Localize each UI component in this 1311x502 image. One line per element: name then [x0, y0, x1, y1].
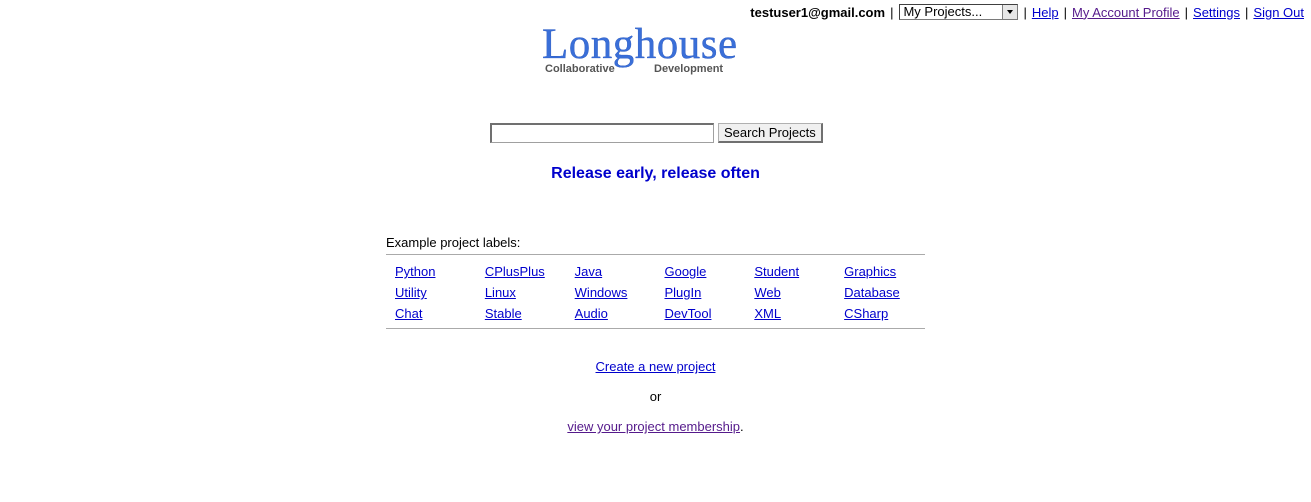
logo-tagline-left: Collaborative [545, 63, 615, 75]
membership-container: view your project membership. [0, 419, 1311, 434]
labels-row: Python CPlusPlus Java Google Student Gra… [386, 261, 925, 282]
label-link-linux[interactable]: Linux [485, 285, 516, 300]
label-link-java[interactable]: Java [575, 264, 602, 279]
label-link-utility[interactable]: Utility [395, 285, 427, 300]
user-email: testuser1@gmail.com [750, 4, 886, 20]
separator: | [1184, 4, 1189, 20]
separator: | [1023, 4, 1027, 20]
chevron-down-icon[interactable] [1002, 5, 1018, 19]
sign-out-link[interactable]: Sign Out [1253, 5, 1304, 20]
labels-row: Utility Linux Windows PlugIn Web Databas… [386, 282, 925, 303]
labels-heading: Example project labels: [386, 235, 521, 250]
label-link-stable[interactable]: Stable [485, 306, 522, 321]
label-link-cplusplus[interactable]: CPlusPlus [485, 264, 545, 279]
label-link-python[interactable]: Python [395, 264, 435, 279]
tagline: Release early, release often [551, 165, 760, 182]
label-link-audio[interactable]: Audio [575, 306, 608, 321]
help-link[interactable]: Help [1032, 5, 1059, 20]
label-link-csharp[interactable]: CSharp [844, 306, 888, 321]
or-text: or [649, 389, 662, 404]
create-project-link[interactable]: Create a new project [596, 359, 716, 374]
separator: | [890, 4, 894, 20]
logo-tagline-right: Development [654, 63, 724, 75]
account-profile-link[interactable]: My Account Profile [1072, 5, 1180, 20]
label-link-google[interactable]: Google [664, 264, 706, 279]
label-link-chat[interactable]: Chat [395, 306, 422, 321]
label-link-plugin[interactable]: PlugIn [664, 285, 701, 300]
separator: | [1063, 4, 1067, 20]
label-link-web[interactable]: Web [754, 285, 781, 300]
project-membership-link[interactable]: view your project membership [567, 419, 740, 434]
label-link-devtool[interactable]: DevTool [664, 306, 711, 321]
label-link-xml[interactable]: XML [754, 306, 781, 321]
label-link-database[interactable]: Database [844, 285, 900, 300]
my-projects-select[interactable]: My Projects... [899, 4, 1019, 20]
search-form: Search Projects [490, 123, 823, 143]
project-labels-table: Python CPlusPlus Java Google Student Gra… [386, 254, 925, 329]
create-project-container: Create a new project [0, 359, 1311, 374]
logo-word: Longhouse [542, 21, 738, 68]
label-link-graphics[interactable]: Graphics [844, 264, 896, 279]
labels-row: Chat Stable Audio DevTool XML CSharp [386, 303, 925, 324]
label-link-windows[interactable]: Windows [575, 285, 628, 300]
search-projects-button[interactable]: Search Projects [718, 123, 823, 143]
user-bar: testuser1@gmail.com | My Projects... | H… [750, 3, 1304, 21]
my-projects-select-value: My Projects... [903, 5, 983, 19]
longhouse-logo[interactable]: Longhouse Collaborative Development [542, 21, 772, 78]
membership-period: . [740, 419, 744, 434]
search-input[interactable] [490, 123, 714, 143]
settings-link[interactable]: Settings [1193, 5, 1240, 20]
separator: | [1245, 4, 1249, 20]
label-link-student[interactable]: Student [754, 264, 799, 279]
